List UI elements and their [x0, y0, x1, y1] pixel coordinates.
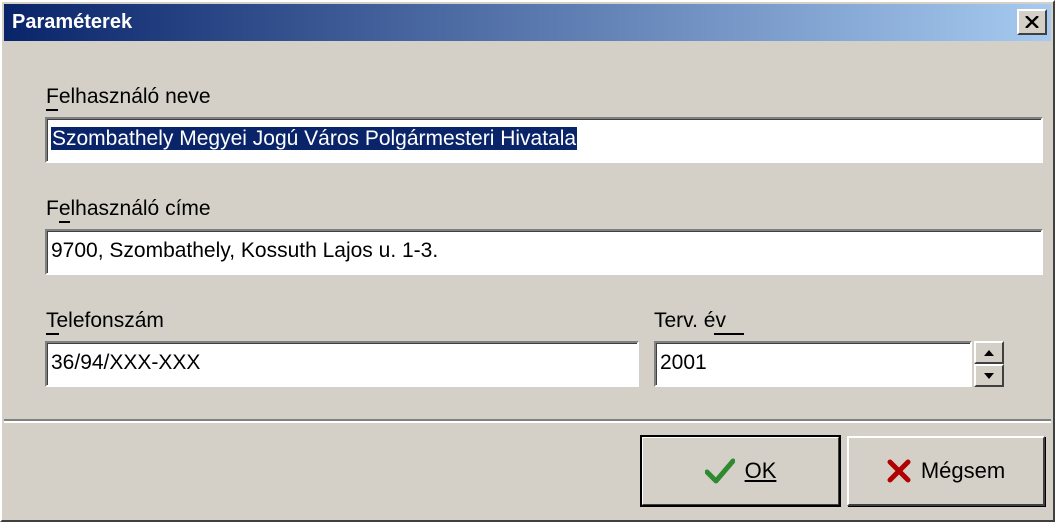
mnemonic-underline	[59, 221, 70, 223]
user-name-selected-text: Szombathely Megyei Jogú Város Polgármest…	[51, 127, 578, 150]
close-icon	[1025, 16, 1039, 28]
plan-year-value: 2001	[660, 351, 707, 374]
phone-field[interactable]: 36/94/XXX-XXX	[45, 341, 639, 387]
cancel-label: Mégsem	[920, 458, 1006, 483]
user-name-field[interactable]: Szombathely Megyei Jogú Város Polgármest…	[45, 117, 1043, 163]
user-name-value: Szombathely Megyei Jogú Város Polgármest…	[51, 127, 578, 151]
close-button[interactable]	[1017, 9, 1047, 35]
arrow-down-icon	[984, 372, 994, 379]
ok-label: OK	[744, 458, 777, 483]
spin-down-button[interactable]	[974, 364, 1004, 387]
spin-up-button[interactable]	[974, 341, 1004, 364]
plan-year-field[interactable]: 2001	[654, 341, 972, 387]
window-title: Paraméterek	[12, 11, 133, 33]
phone-label: Telefonszám	[46, 309, 164, 332]
cancel-button[interactable]: Mégsem	[847, 436, 1045, 506]
cross-icon	[887, 459, 911, 483]
title-bar[interactable]: Paraméterek	[4, 4, 1051, 41]
mnemonic-underline	[714, 333, 744, 335]
checkmark-icon	[704, 458, 735, 484]
ok-button[interactable]: OK	[640, 435, 841, 507]
user-address-label: Felhasználó címe	[46, 197, 211, 220]
mnemonic-underline	[46, 109, 58, 111]
mnemonic-underline	[46, 333, 59, 335]
plan-year-spinner	[974, 341, 1004, 387]
phone-value: 36/94/XXX-XXX	[51, 351, 201, 374]
user-address-value: 9700, Szombathely, Kossuth Lajos u. 1-3.	[51, 239, 439, 262]
user-address-field[interactable]: 9700, Szombathely, Kossuth Lajos u. 1-3.	[45, 229, 1043, 275]
plan-year-label: Terv. év	[654, 309, 726, 332]
user-name-label: Felhasználó neve	[46, 85, 211, 108]
arrow-up-icon	[984, 349, 994, 356]
parameters-dialog: Paraméterek Felhasználó neve Szombathely…	[0, 0, 1055, 522]
divider	[4, 419, 1051, 423]
